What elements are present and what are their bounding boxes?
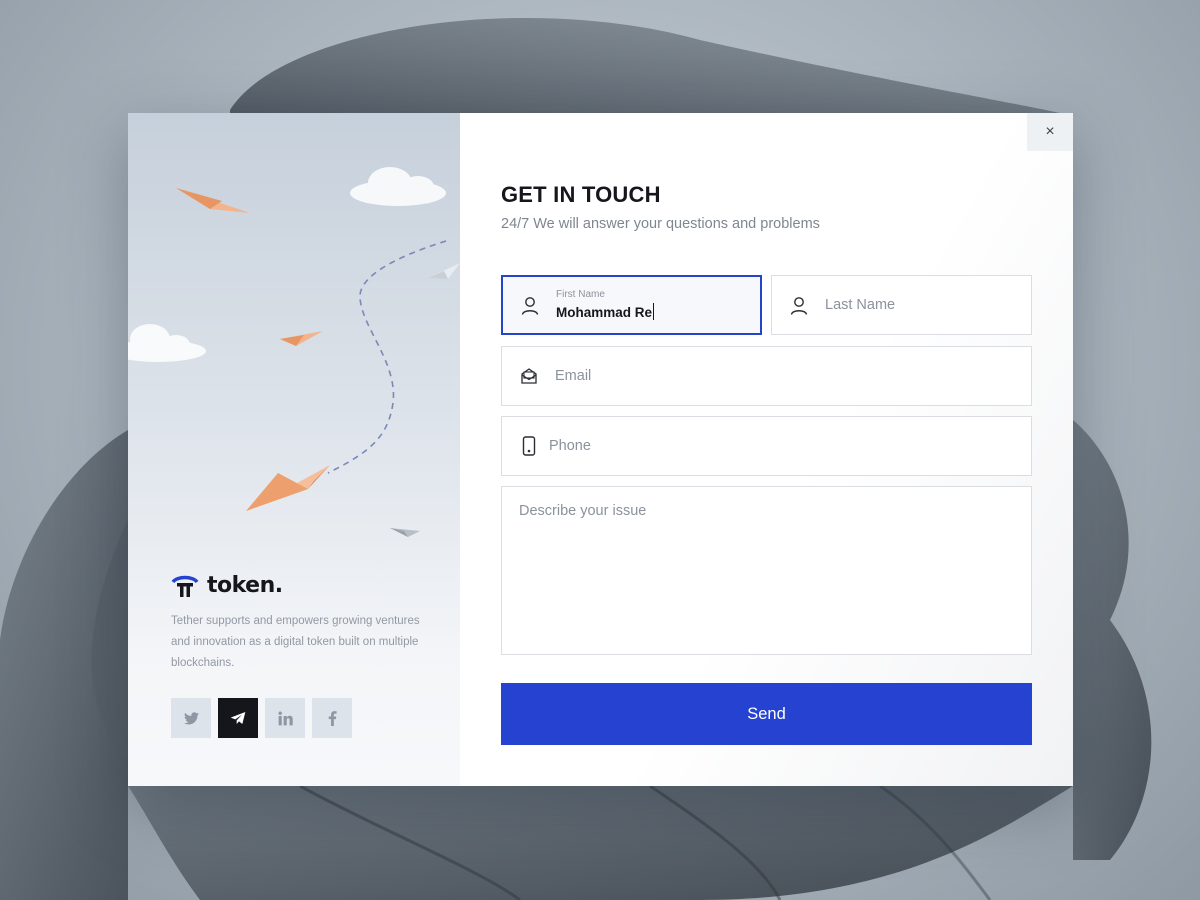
last-name-field[interactable]: Last Name xyxy=(771,275,1032,335)
brand-description: Tether supports and empowers growing ven… xyxy=(171,615,420,669)
twitter-button[interactable] xyxy=(171,698,211,738)
last-name-placeholder: Last Name xyxy=(825,297,896,313)
phone-icon xyxy=(519,436,539,456)
user-icon xyxy=(789,295,809,315)
plane-mid xyxy=(280,331,323,346)
brand-logo: token. xyxy=(171,573,283,598)
telegram-icon xyxy=(230,712,246,724)
brand-panel: token. Tether supports and empowers grow… xyxy=(128,113,460,786)
plane-large xyxy=(246,465,330,511)
plane-grey-right xyxy=(428,263,460,279)
contact-form-panel: × GET IN TOUCH 24/7 We will answer your … xyxy=(460,113,1073,786)
token-logo-icon xyxy=(171,575,199,597)
email-field[interactable]: Email xyxy=(501,346,1032,406)
social-links xyxy=(171,698,352,738)
phone-placeholder: Phone xyxy=(549,438,591,454)
facebook-button[interactable] xyxy=(312,698,352,738)
linkedin-icon xyxy=(278,711,293,725)
send-button[interactable]: Send xyxy=(501,683,1032,745)
first-name-field[interactable]: First Name Mohammad Re xyxy=(501,275,762,335)
paper-planes-illustration xyxy=(128,167,460,537)
linkedin-button[interactable] xyxy=(265,698,305,738)
telegram-button[interactable] xyxy=(218,698,258,738)
close-button[interactable]: × xyxy=(1027,113,1073,151)
first-name-value: Mohammad Re xyxy=(556,304,653,320)
first-name-label: First Name xyxy=(556,288,605,300)
mail-icon xyxy=(519,366,539,386)
cloud-left xyxy=(128,324,206,362)
twitter-icon xyxy=(183,711,199,724)
brand-name: token. xyxy=(207,573,283,598)
plane-top-left xyxy=(176,188,250,213)
cloud-top xyxy=(350,167,446,206)
issue-textarea[interactable]: Describe your issue xyxy=(501,486,1032,655)
dialog-subtitle: 24/7 We will answer your questions and p… xyxy=(501,216,820,232)
facebook-icon xyxy=(328,710,337,726)
phone-field[interactable]: Phone xyxy=(501,416,1032,476)
contact-dialog: token. Tether supports and empowers grow… xyxy=(128,113,1073,786)
dialog-title: GET IN TOUCH xyxy=(501,182,661,207)
user-icon xyxy=(520,295,540,315)
text-cursor xyxy=(653,302,655,320)
email-placeholder: Email xyxy=(555,368,592,384)
plane-grey-small xyxy=(390,528,420,537)
